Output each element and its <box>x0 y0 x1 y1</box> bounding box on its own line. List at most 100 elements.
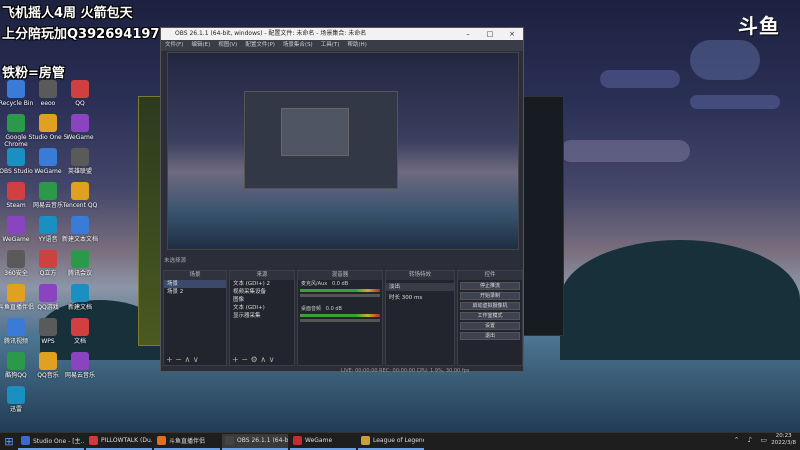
cloud <box>560 140 690 162</box>
menu-view[interactable]: 视图(V) <box>218 40 237 51</box>
obs-titlebar[interactable]: OBS 26.1.1 (64-bit, windows) - 配置文件: 未命名… <box>161 28 523 40</box>
scenes-panel: 场景 场景 场景 2 + − ∧ ∨ <box>163 270 227 366</box>
app-icon <box>71 318 89 336</box>
obs-window[interactable]: OBS 26.1.1 (64-bit, windows) - 配置文件: 未命名… <box>160 27 524 374</box>
source-item[interactable]: 文本 (GDI+) <box>230 304 294 312</box>
menu-scene-collection[interactable]: 场景集合(S) <box>283 40 313 51</box>
scene-item[interactable]: 场景 <box>164 280 226 288</box>
app-icon <box>39 114 57 132</box>
volume-meter <box>300 314 380 317</box>
volume-meter <box>300 289 380 292</box>
app-icon <box>71 250 89 268</box>
stop-streaming-button[interactable]: 停止推流 <box>460 282 520 290</box>
desktop-icon[interactable]: WeGame <box>60 114 100 141</box>
taskbar-app-icon <box>293 436 302 445</box>
transitions-panel: 转场特效 淡出 时长 300 ms <box>385 270 455 366</box>
app-icon <box>39 216 57 234</box>
taskbar-app-icon <box>361 436 370 445</box>
virtual-camera-button[interactable]: 启动虚拟摄像机 <box>460 302 520 310</box>
taskbar-item-label: WeGame <box>305 437 333 444</box>
duration-label: 时长 <box>389 295 401 301</box>
obs-preview[interactable] <box>167 52 519 250</box>
menu-file[interactable]: 文件(F) <box>165 40 183 51</box>
app-icon <box>7 148 25 166</box>
taskbar: ⊞ Studio One - [主... PILLOWTALK (Du... 斗鱼直… <box>0 432 800 450</box>
taskbar-item[interactable]: League of Legends <box>358 434 424 450</box>
clock-date: 2022/3/8 <box>771 440 796 446</box>
track-name: 桌面音频 <box>301 306 322 312</box>
app-icon <box>7 386 25 404</box>
source-item[interactable]: 文本 (GDI+) 2 <box>230 280 294 288</box>
scene-item[interactable]: 场景 2 <box>164 288 226 296</box>
desktop-icon-label: 新建文档 <box>67 304 92 311</box>
source-item[interactable]: 显示器采集 <box>230 312 294 320</box>
taskbar-item[interactable]: WeGame <box>290 434 356 450</box>
app-icon <box>7 114 25 132</box>
volume-slider[interactable] <box>300 294 380 297</box>
transition-duration[interactable]: 时长 300 ms <box>386 294 454 302</box>
desktop-icon[interactable]: 网易云音乐 <box>60 352 100 379</box>
desktop-icon[interactable]: 新建文本文档 <box>60 216 100 243</box>
desktop-icon[interactable]: 新建文档 <box>60 284 100 311</box>
taskbar-item[interactable]: OBS 26.1.1 (64-bit... <box>222 433 288 450</box>
source-controls[interactable]: + − ⚙ ∧ ∨ <box>232 355 274 364</box>
app-icon <box>7 216 25 234</box>
maximize-icon[interactable]: □ <box>479 28 501 40</box>
track-level: 0.0 dB <box>325 306 342 312</box>
scene-controls[interactable]: + − ∧ ∨ <box>166 355 199 364</box>
source-item[interactable]: 图像 <box>230 296 294 304</box>
desktop-icon[interactable]: Tencent QQ <box>60 182 100 209</box>
desktop-icon-label: Tencent QQ <box>62 202 98 209</box>
transition-select[interactable]: 淡出 <box>386 283 454 291</box>
desktop-icon[interactable]: 文档 <box>60 318 100 345</box>
overlay-text-2: 上分陪玩加Q392694197 <box>2 27 160 42</box>
mixer-track: 麦克风/Aux 0.0 dB <box>298 280 382 287</box>
studio-mode-button[interactable]: 工作室模式 <box>460 312 520 320</box>
track-name: 麦克风/Aux <box>301 281 328 287</box>
taskbar-app-icon <box>225 436 234 445</box>
taskbar-item-label: Studio One - [主... <box>33 438 84 445</box>
app-icon <box>39 352 57 370</box>
desktop-icon[interactable]: 迅雷 <box>0 386 36 413</box>
desktop-icon[interactable]: 腾讯会议 <box>60 250 100 277</box>
desktop-icon-label: WeGame <box>66 134 94 141</box>
exit-button[interactable]: 退出 <box>460 332 520 340</box>
app-icon <box>7 352 25 370</box>
menu-help[interactable]: 帮助(H) <box>347 40 366 51</box>
obs-menu: 文件(F) 编辑(E) 视图(V) 配置文件(P) 场景集合(S) 工具(T) … <box>161 40 523 51</box>
clock[interactable]: 20:23 2022/3/8 <box>771 433 796 447</box>
mixer-track: 桌面音频 0.0 dB <box>298 305 382 312</box>
cloud <box>600 70 680 88</box>
sources-header: 来源 <box>230 271 294 280</box>
source-item[interactable]: 视频采集设备 <box>230 288 294 296</box>
track-level: 0.0 dB <box>332 281 349 287</box>
game-window-right <box>520 96 564 336</box>
close-icon[interactable]: × <box>501 28 523 40</box>
start-recording-button[interactable]: 开始录制 <box>460 292 520 300</box>
mixer-panel: 混音器 麦克风/Aux 0.0 dB 桌面音频 0.0 dB <box>297 270 383 366</box>
sky-glow <box>690 40 760 80</box>
taskbar-item[interactable]: 斗鱼直播伴侣 <box>154 434 220 450</box>
menu-profile[interactable]: 配置文件(P) <box>245 40 275 51</box>
obs-status-bar: LIVE: 00:00:00 REC: 00:00:00 CPU: 1.9%, … <box>341 368 470 374</box>
no-source-label: 未选择源 <box>164 258 187 264</box>
menu-tools[interactable]: 工具(T) <box>321 40 340 51</box>
volume-slider[interactable] <box>300 319 380 322</box>
app-icon <box>7 80 25 98</box>
desktop-icon[interactable]: 英雄联盟 <box>60 148 100 175</box>
minimize-icon[interactable]: – <box>457 28 479 40</box>
taskbar-item[interactable]: PILLOWTALK (Du... <box>86 434 152 450</box>
taskbar-item-label: League of Legends <box>373 437 424 444</box>
desktop-icon-label: 腾讯会议 <box>67 270 92 277</box>
nested-obs-preview-inner <box>281 108 349 156</box>
taskbar-item[interactable]: Studio One - [主... <box>18 434 84 450</box>
app-icon <box>7 318 25 336</box>
menu-edit[interactable]: 编辑(E) <box>191 40 210 51</box>
windows-start-icon[interactable]: ⊞ <box>0 435 18 448</box>
settings-button[interactable]: 设置 <box>460 322 520 330</box>
obs-title: OBS 26.1.1 (64-bit, windows) - 配置文件: 未命名… <box>175 30 367 37</box>
clock-time: 20:23 <box>775 433 792 439</box>
desktop-icon[interactable]: QQ <box>60 80 100 107</box>
desktop-icon-label: 网易云音乐 <box>64 372 95 379</box>
system-tray[interactable]: ⌃ ♪ ▭ <box>734 436 770 444</box>
